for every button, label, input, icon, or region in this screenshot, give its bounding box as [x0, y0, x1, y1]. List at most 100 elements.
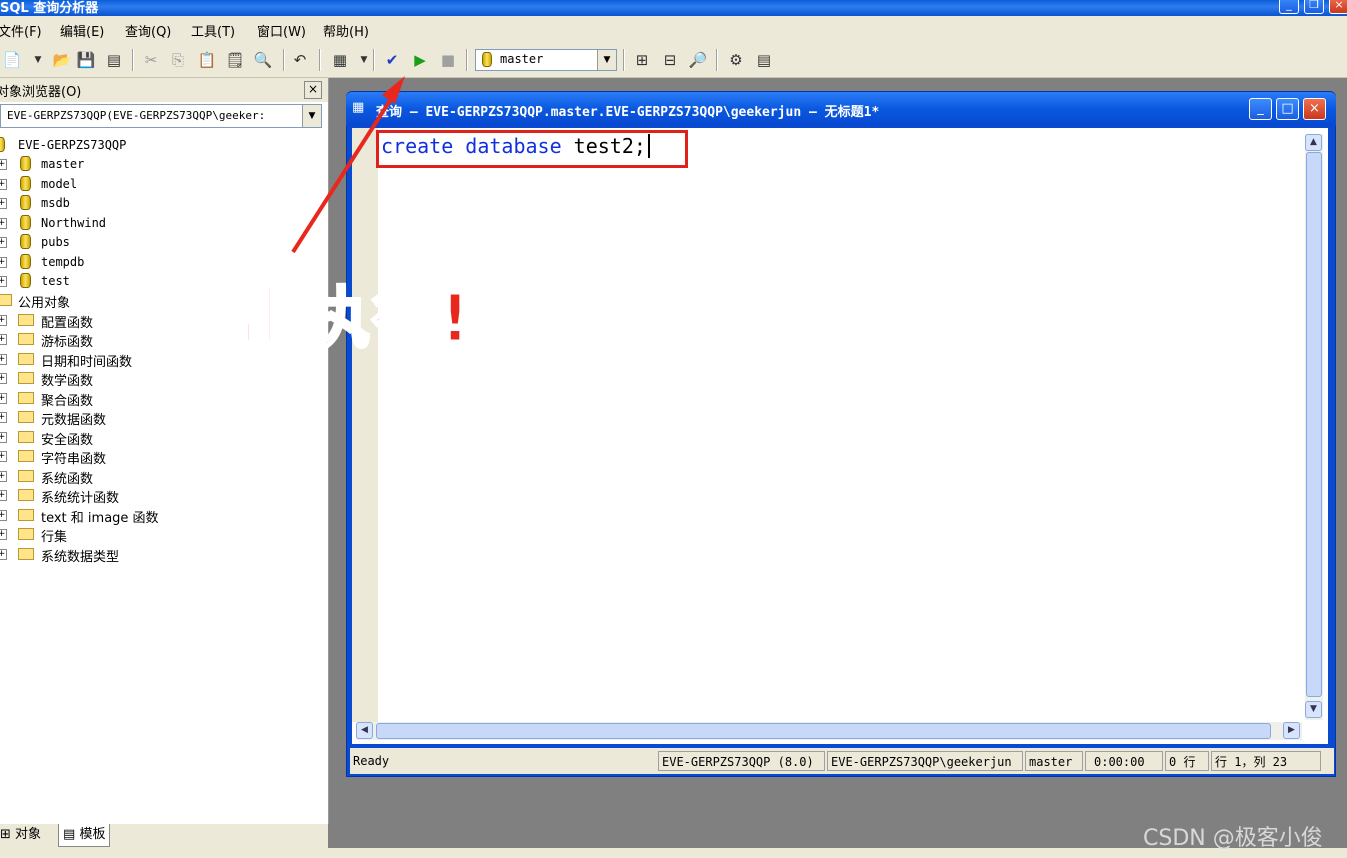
object-browser-header: 对象浏览器(O) × [0, 78, 328, 102]
query-maximize-button[interactable]: □ [1276, 98, 1299, 120]
editor-horizontal-scrollbar[interactable]: ◀ ▶ [356, 722, 1302, 740]
results-pane-icon[interactable]: ▤ [754, 50, 774, 70]
cut-icon[interactable]: ✂ [141, 50, 161, 70]
expand-icon[interactable]: + [0, 276, 7, 287]
new-dropdown-icon[interactable]: ▼ [28, 50, 48, 70]
query-minimize-button[interactable]: _ [1249, 98, 1272, 120]
parse-query-icon[interactable]: ✔ [382, 50, 402, 70]
status-rows: 0 行 [1165, 751, 1209, 771]
expand-icon[interactable]: + [0, 432, 7, 443]
menu-window[interactable]: 窗口(W) [257, 21, 306, 40]
folder-icon [18, 548, 34, 560]
tab-objects[interactable]: ⊞ 对象 [0, 824, 45, 846]
folder-icon [18, 489, 34, 501]
expand-icon[interactable]: + [0, 198, 7, 209]
expand-icon[interactable]: + [0, 237, 7, 248]
folder-icon [18, 509, 34, 521]
app-title-bar: SQL 查询分析器 _ ❐ × [0, 0, 1347, 16]
restore-button[interactable]: ❐ [1304, 0, 1324, 14]
menu-edit[interactable]: 编辑(E) [60, 21, 104, 40]
menu-tools[interactable]: 工具(T) [191, 21, 235, 40]
folder-icon [18, 528, 34, 540]
folder-icon [18, 372, 34, 384]
scroll-right-icon[interactable]: ▶ [1283, 722, 1300, 739]
expand-icon[interactable]: + [0, 334, 7, 345]
clear-window-icon[interactable]: 🗒 [225, 50, 245, 70]
cancel-query-icon[interactable]: ■ [438, 50, 458, 70]
scroll-down-icon[interactable]: ▼ [1305, 701, 1322, 718]
expand-icon[interactable]: + [0, 490, 7, 501]
menu-query[interactable]: 查询(Q) [125, 21, 171, 40]
scroll-up-icon[interactable]: ▲ [1305, 134, 1322, 151]
expand-icon[interactable]: + [0, 354, 7, 365]
expand-icon[interactable]: + [0, 412, 7, 423]
status-state: Ready [353, 754, 390, 768]
expand-icon[interactable]: + [0, 393, 7, 404]
close-button[interactable]: × [1329, 0, 1347, 14]
database-select[interactable]: master ▼ [475, 49, 617, 71]
expand-icon[interactable]: + [0, 373, 7, 384]
watermark: CSDN @极客小俊 [1143, 826, 1323, 851]
server-icon [0, 137, 5, 152]
database-icon [20, 215, 31, 230]
query-window-title-bar: ▦ 查询 — EVE-GERPZS73QQP.master.EVE-GERPZS… [346, 92, 1336, 126]
paste-icon[interactable]: 📋 [197, 50, 217, 70]
execution-plan-icon[interactable]: ⊞ [632, 50, 652, 70]
scroll-left-icon[interactable]: ◀ [356, 722, 373, 739]
results-mode-icon[interactable]: ▦ [330, 50, 350, 70]
app-title: SQL 查询分析器 [0, 1, 99, 16]
query-window-icon: ▦ [352, 100, 365, 115]
database-icon [20, 254, 31, 269]
find-icon[interactable]: 🔍 [253, 50, 273, 70]
object-search-icon[interactable]: 🔎 [688, 50, 708, 70]
chevron-down-icon[interactable]: ▼ [302, 105, 321, 127]
expand-icon[interactable]: + [0, 159, 7, 170]
object-browser-title: 对象浏览器(O) [0, 85, 82, 100]
expand-icon[interactable]: + [0, 510, 7, 521]
copy-icon[interactable]: ⎘ [168, 50, 188, 70]
query-close-button[interactable]: × [1303, 98, 1326, 120]
connection-properties-icon[interactable]: ⚙ [726, 50, 746, 70]
tab-templates[interactable]: ▤ 模板 [58, 824, 111, 847]
object-browser-icon[interactable]: ⊟ [660, 50, 680, 70]
object-browser-close-button[interactable]: × [304, 81, 322, 99]
horizontal-scroll-thumb[interactable] [376, 723, 1271, 739]
menu-help[interactable]: 帮助(H) [323, 21, 369, 40]
results-dropdown-icon[interactable]: ▼ [354, 50, 374, 70]
expand-icon[interactable]: + [0, 257, 7, 268]
expand-icon[interactable]: + [0, 315, 7, 326]
open-icon[interactable]: 📂 [52, 50, 72, 70]
expand-icon[interactable]: + [0, 529, 7, 540]
database-select-value: master [500, 52, 544, 66]
chevron-down-icon[interactable]: ▼ [597, 50, 616, 70]
objects-tab-icon: ⊞ [0, 827, 11, 842]
insert-template-icon[interactable]: ▤ [104, 50, 124, 70]
editor-vertical-scrollbar[interactable]: ▲ ▼ [1305, 134, 1323, 720]
save-icon[interactable]: 💾 [76, 50, 96, 70]
folder-icon [18, 470, 34, 482]
new-query-icon[interactable]: 📄 [2, 50, 22, 70]
execute-query-icon[interactable]: ▶ [410, 50, 430, 70]
minimize-button[interactable]: _ [1279, 0, 1299, 14]
undo-icon[interactable]: ↶ [290, 50, 310, 70]
expand-icon[interactable]: + [0, 451, 7, 462]
expand-icon[interactable]: + [0, 549, 7, 560]
sql-editor[interactable] [352, 128, 1328, 744]
menu-file[interactable]: 文件(F) [0, 21, 42, 40]
folder-icon [18, 314, 34, 326]
object-browser-tabs: ⊞ 对象 ▤ 模板 [0, 824, 328, 858]
server-select-value: EVE-GERPZS73QQP(EVE-GERPZS73QQP\geeker: [7, 109, 266, 122]
database-icon [482, 52, 492, 67]
expand-icon[interactable]: + [0, 218, 7, 229]
expand-icon[interactable]: + [0, 179, 7, 190]
folder-icon [18, 333, 34, 345]
folder-icon [18, 353, 34, 365]
expand-icon[interactable]: + [0, 471, 7, 482]
vertical-scroll-thumb[interactable] [1306, 152, 1322, 697]
status-time: 0:00:00 [1085, 751, 1163, 771]
database-icon [20, 234, 31, 249]
toolbar: 📄 ▼ 📂 💾 ▤ ✂ ⎘ 📋 🗒 🔍 ↶ ▦ ▼ ✔ ▶ ■ ⊞ ⊟ 🔎 ⚙ … [0, 43, 1347, 78]
database-icon [20, 273, 31, 288]
server-select[interactable]: EVE-GERPZS73QQP(EVE-GERPZS73QQP\geeker: … [0, 104, 322, 128]
database-icon [20, 195, 31, 210]
